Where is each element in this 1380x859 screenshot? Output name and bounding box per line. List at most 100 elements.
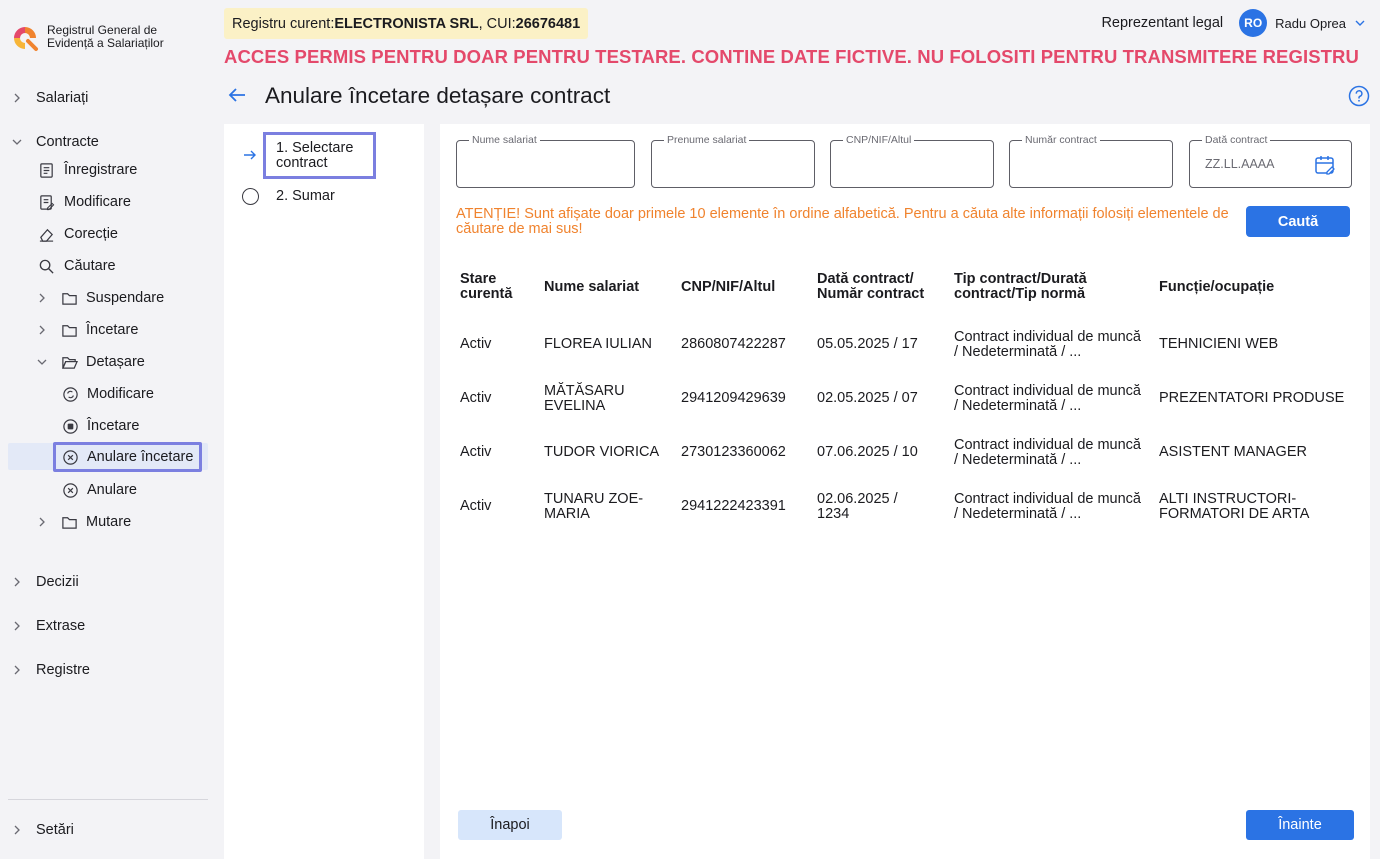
nav-contracte[interactable]: Contracte	[9, 128, 99, 156]
table-row-stare[interactable]: Activ	[460, 337, 491, 352]
help-icon[interactable]	[1348, 85, 1370, 107]
nav-label: Registre	[36, 662, 90, 678]
chevron-right-icon	[34, 514, 50, 530]
nav-extrase[interactable]: Extrase	[9, 612, 85, 640]
prenume-salariat-field[interactable]: Prenume salariat	[651, 134, 815, 188]
table-row-tip[interactable]: Contract individual de muncă / Nedetermi…	[954, 438, 1142, 468]
company-cui: 26676481	[515, 15, 581, 32]
search-button[interactable]: Caută	[1246, 206, 1350, 237]
table-row-functie[interactable]: PREZENTATORI PRODUSE	[1159, 391, 1349, 406]
table-row-data[interactable]: 02.06.2025 / 1234	[817, 492, 922, 522]
nav-modificare[interactable]: Modificare	[37, 188, 131, 216]
nav-incetare[interactable]: Încetare	[34, 316, 138, 344]
chevron-right-icon	[9, 662, 25, 678]
company-name: ELECTRONISTA SRL	[334, 15, 479, 32]
cancel-circle-icon	[61, 481, 79, 499]
nav-label: Corecție	[64, 226, 118, 242]
folder-icon	[60, 513, 78, 531]
nav-decizii[interactable]: Decizii	[9, 568, 79, 596]
logo-icon	[11, 24, 39, 52]
nav-cautare[interactable]: Căutare	[37, 252, 116, 280]
step-sumar[interactable]: 2. Sumar	[276, 188, 335, 204]
nav-suspendare[interactable]: Suspendare	[34, 284, 164, 312]
field-label: Prenume salariat	[664, 134, 750, 146]
steps-panel	[224, 124, 424, 859]
nav-registre[interactable]: Registre	[9, 656, 90, 684]
table-row-functie[interactable]: ALTI INSTRUCTORI-FORMATORI DE ARTA	[1159, 492, 1334, 522]
table-row-data[interactable]: 05.05.2025 / 17	[817, 337, 937, 352]
nav-label: Detașare	[86, 354, 145, 370]
nav-label: Anulare	[87, 482, 137, 498]
chevron-right-icon	[9, 618, 25, 634]
back-button[interactable]: Înapoi	[458, 810, 562, 840]
calendar-icon[interactable]	[1313, 153, 1337, 177]
chevron-right-icon	[9, 574, 25, 590]
nav-label: Setări	[36, 822, 74, 838]
nav-detasare-modificare[interactable]: Modificare	[61, 380, 154, 408]
table-row-data[interactable]: 07.06.2025 / 10	[817, 445, 937, 460]
chevron-right-icon	[34, 322, 50, 338]
next-button[interactable]: Înainte	[1246, 810, 1354, 840]
search-icon	[37, 257, 55, 275]
nav-label: Salariați	[36, 90, 89, 106]
nav-detasare-anulare[interactable]: Anulare	[61, 476, 137, 504]
focus-ring	[53, 442, 202, 472]
nume-salariat-field[interactable]: Nume salariat	[456, 134, 635, 188]
table-row-nume[interactable]: MĂTĂSARU EVELINA	[544, 384, 669, 414]
nav-label: Căutare	[64, 258, 116, 274]
table-row-cnp[interactable]: 2941222423391	[681, 499, 786, 514]
data-contract-field[interactable]: Dată contract ZZ.LL.AAAA	[1189, 134, 1352, 188]
page-title: Anulare încetare detașare contract	[265, 83, 611, 108]
nav-inregistrare[interactable]: Înregistrare	[37, 156, 137, 184]
nav-label: Înregistrare	[64, 162, 138, 178]
table-row-nume[interactable]: TUDOR VIORICA	[544, 445, 669, 460]
chevron-down-icon	[9, 134, 25, 150]
table-row-tip[interactable]: Contract individual de muncă / Nedetermi…	[954, 384, 1142, 414]
nav-mutare[interactable]: Mutare	[34, 508, 131, 536]
chevron-right-icon	[34, 290, 50, 306]
table-row-stare[interactable]: Activ	[460, 445, 491, 460]
app-logo[interactable]: Registrul General de Evidență a Salariaț…	[11, 24, 187, 52]
nav-setari[interactable]: Setări	[9, 816, 74, 844]
col-cnp-header: CNP/NIF/Altul	[681, 279, 776, 295]
sidebar: Registrul General de Evidență a Salariaț…	[0, 0, 216, 859]
avatar: RO	[1239, 9, 1268, 37]
eraser-icon	[37, 225, 55, 243]
table-row-stare[interactable]: Activ	[460, 391, 491, 406]
field-label: Număr contract	[1022, 134, 1100, 146]
table-row-nume[interactable]: TUNARU ZOE-MARIA	[544, 492, 649, 522]
registry-prefix: Registru curent:	[232, 15, 335, 32]
field-label: Nume salariat	[469, 134, 540, 146]
chevron-down-icon	[1354, 17, 1366, 29]
back-arrow-icon[interactable]	[226, 84, 248, 106]
col-stare-header: Stare curentă	[460, 271, 513, 302]
table-row-functie[interactable]: TEHNICIENI WEB	[1159, 337, 1349, 352]
nav-label: Contracte	[36, 134, 99, 150]
nav-label: Mutare	[86, 514, 132, 530]
chevron-right-icon	[9, 822, 25, 838]
user-menu[interactable]: Reprezentant legal RO Radu Oprea	[1101, 9, 1366, 37]
numar-contract-field[interactable]: Număr contract	[1009, 134, 1173, 188]
table-row-tip[interactable]: Contract individual de muncă / Nedetermi…	[954, 330, 1142, 360]
cnp-field[interactable]: CNP/NIF/Altul	[830, 134, 994, 188]
nav-salariati[interactable]: Salariați	[9, 84, 88, 112]
table-row-data[interactable]: 02.05.2025 / 07	[817, 391, 937, 406]
table-row-stare[interactable]: Activ	[460, 499, 491, 514]
table-row-cnp[interactable]: 2730123360062	[681, 445, 786, 460]
step-selectare-contract[interactable]: 1. Selectare contract	[263, 132, 376, 179]
test-warning-banner: ACCES PERMIS PENTRU DOAR PENTRU TESTARE.…	[224, 46, 1359, 67]
nav-detasare[interactable]: Detașare	[34, 348, 145, 376]
refresh-circle-icon	[61, 385, 79, 403]
chevron-down-icon	[34, 354, 50, 370]
table-row-tip[interactable]: Contract individual de muncă / Nedetermi…	[954, 492, 1142, 522]
nav-label: Suspendare	[86, 290, 165, 306]
nav-corectie[interactable]: Corecție	[37, 220, 118, 248]
table-row-cnp[interactable]: 2941209429639	[681, 391, 786, 406]
nav-detasare-incetare[interactable]: Încetare	[61, 412, 139, 440]
table-row-nume[interactable]: FLOREA IULIAN	[544, 337, 669, 352]
table-row-cnp[interactable]: 2860807422287	[681, 337, 786, 352]
table-row-functie[interactable]: ASISTENT MANAGER	[1159, 445, 1349, 460]
nav-label: Extrase	[36, 618, 86, 634]
nav-label: Încetare	[87, 418, 140, 434]
nav-label: Modificare	[64, 194, 131, 210]
